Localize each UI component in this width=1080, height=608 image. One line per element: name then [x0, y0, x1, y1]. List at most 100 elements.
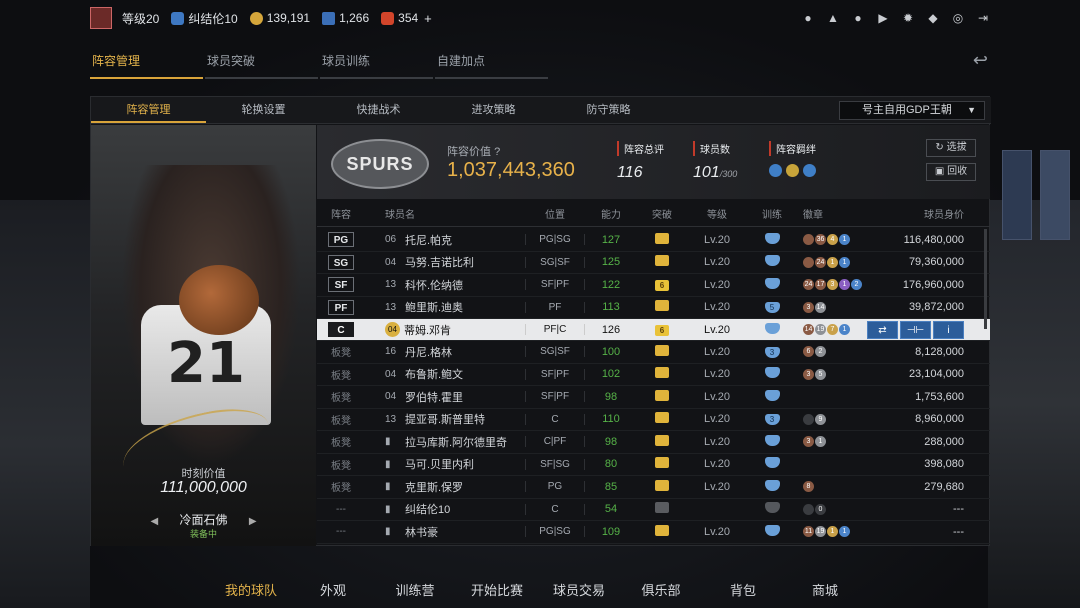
badge-icon: 3 [803, 436, 814, 448]
price-cell: 1,753,600 [877, 391, 982, 403]
col-slot[interactable]: 阵容 [317, 206, 365, 221]
table-row[interactable]: C 04 蒂姆.邓肯 PF|C 126 6 Lv.20 14 19 7 1 ⇄ ⊣⊢ i [317, 319, 990, 341]
col-price[interactable]: 球员身价 [877, 206, 982, 221]
shield-icon[interactable]: ◆ [926, 11, 940, 25]
team-value: 1,037,443,360 [447, 159, 575, 181]
swap-button[interactable]: ⇄ [867, 320, 898, 339]
col-level[interactable]: 等级 [687, 206, 747, 221]
username-group[interactable]: 纠结伦10 [171, 10, 238, 27]
col-position[interactable]: 位置 [525, 206, 585, 221]
player-ability: 127 [601, 233, 621, 246]
jersey-num: 13 [385, 279, 397, 291]
team-overall: 阵容总评 116 [617, 141, 664, 182]
back-arrow-icon[interactable]: ↩ [973, 50, 988, 71]
table-row[interactable]: 板凳 04 罗伯特.霍里 SF|PF 98 Lv.20 1,753,600 [317, 386, 990, 409]
team-overall-value: 116 [617, 164, 643, 181]
breakthrough-icon [655, 344, 669, 356]
nav-training-camp[interactable]: 训练营 [374, 580, 456, 599]
nav-club[interactable]: 俱乐部 [620, 580, 702, 599]
name-cell: 13 科怀.伦纳德 [365, 277, 525, 293]
exit-icon[interactable]: ⇥ [976, 11, 990, 25]
price-cell: 8,960,000 [877, 413, 982, 425]
bell-icon[interactable]: ▲ [826, 11, 840, 25]
recycle-button[interactable]: ▣ 回收 [926, 163, 976, 181]
slot-label: 板凳 [331, 415, 351, 427]
subtab-rotation[interactable]: 轮换设置 [206, 97, 321, 123]
table-row[interactable]: PF 13 鲍里斯.迪奥 PF 113 Lv.20 5 3 14 39,872,00… [317, 297, 990, 319]
slot-label: 板凳 [331, 483, 351, 495]
breakthrough-cell [637, 412, 687, 426]
avatar[interactable] [90, 7, 112, 29]
breakthrough-cell [637, 524, 687, 539]
select-button[interactable]: ↻ 选拔 [926, 139, 976, 157]
col-ability[interactable]: 能力 [585, 206, 637, 221]
col-badges[interactable]: 徽章 [797, 206, 877, 221]
info-button[interactable]: i [933, 320, 964, 339]
table-row[interactable]: PG 06 托尼.帕克 PG|SG 127 Lv.20 36 4 1 116,480,… [317, 229, 990, 252]
table-row[interactable]: --- ▮ 纠结伦10 C 54 0 --- [317, 499, 990, 521]
training-cell: 3 [747, 413, 797, 426]
main-tabs: 阵容管理 球员突破 球员训练 自建加点 [90, 46, 550, 79]
training-icon: 5 [764, 302, 780, 314]
player-ability: 113 [602, 301, 620, 314]
bond-icons[interactable] [769, 164, 816, 177]
table-row[interactable]: 板凳 04 布鲁斯.鲍文 SF|PF 102 Lv.20 35 23,104,00… [317, 364, 990, 386]
subtab-lineup[interactable]: 阵容管理 [91, 97, 206, 123]
tab-custom-points[interactable]: 自建加点 [435, 46, 548, 79]
table-row[interactable]: SF 13 科怀.伦纳德 SF|PF 122 6 Lv.20 24 17 3 1 2 17… [317, 274, 990, 297]
col-name[interactable]: 球员名 [365, 206, 525, 221]
subtab-quick-tactics[interactable]: 快捷战术 [321, 97, 436, 123]
player-price: 288,000 [924, 435, 964, 448]
profile-icon[interactable]: ● [801, 11, 815, 25]
player-name: 拉马库斯.阿尔德里奇 [405, 436, 508, 449]
video-icon[interactable]: ▶ [876, 11, 890, 25]
team-dropdown[interactable]: 号主自用GDP王朝 ▼ [839, 101, 985, 120]
table-row[interactable]: 板凳 13 提亚哥.斯普里特 C 110 Lv.20 3 9 8,960,000 [317, 409, 990, 431]
name-cell: 13 鲍里斯.迪奥 [365, 299, 525, 315]
training-icon [764, 479, 780, 491]
nav-shop[interactable]: 商城 [784, 580, 866, 599]
scrollbar[interactable] [984, 229, 987, 329]
table-row[interactable]: 板凳 ▮ 克里斯.保罗 PG 85 Lv.20 8 279,680 [317, 476, 990, 499]
table-row[interactable]: SG 04 马努.吉诺比利 SG|SF 125 Lv.20 24 1 1 79,360… [317, 252, 990, 274]
help-icon[interactable]: ? [494, 146, 500, 158]
nav-appearance[interactable]: 外观 [292, 580, 374, 599]
next-card-arrow-icon[interactable]: ▶ [249, 516, 257, 527]
slot-cell: 板凳 [317, 367, 365, 382]
table-row[interactable]: 板凳 16 丹尼.格林 SG|SF 100 Lv.20 3 62 8,128,00… [317, 341, 990, 364]
table-row[interactable]: --- ▮ 林书豪 PG|SG 109 Lv.20 11 19 1 1 --- [317, 521, 990, 544]
nav-start-game[interactable]: 开始比赛 [456, 580, 538, 599]
subtab-offense[interactable]: 进攻策略 [436, 97, 551, 123]
nav-backpack[interactable]: 背包 [702, 580, 784, 599]
player-price: 79,360,000 [908, 256, 964, 269]
prev-card-arrow-icon[interactable]: ◀ [150, 516, 158, 527]
points-group: 1,266 [322, 11, 369, 25]
gear-icon[interactable]: ✹ [901, 11, 915, 25]
player-level: Lv.20 [703, 301, 731, 314]
nav-my-team[interactable]: 我的球队 [210, 580, 292, 599]
train-button[interactable]: ⊣⊢ [900, 320, 931, 339]
slot-label: PF [328, 299, 354, 315]
training-icon [764, 277, 780, 289]
tab-breakthrough[interactable]: 球员突破 [205, 46, 318, 79]
headset-icon[interactable]: ◎ [951, 11, 965, 25]
nav-player-trade[interactable]: 球员交易 [538, 580, 620, 599]
breakthrough-icon [655, 412, 669, 424]
col-training[interactable]: 训练 [747, 206, 797, 221]
training-cell [747, 434, 797, 449]
table-row[interactable]: 板凳 ▮ 马可.贝里内利 SF|SG 80 Lv.20 398,080 [317, 454, 990, 476]
tab-lineup[interactable]: 阵容管理 [90, 46, 203, 79]
breakthrough-cell [637, 344, 687, 359]
add-currency-button[interactable]: + [424, 11, 432, 26]
col-breakthrough[interactable]: 突破 [637, 206, 687, 221]
subtab-defense[interactable]: 防守策略 [551, 97, 666, 123]
player-name: 蒂姆.邓肯 [404, 324, 452, 337]
tab-training[interactable]: 球员训练 [320, 46, 433, 79]
badge-icon: 4 [827, 234, 838, 246]
player-price: 1,753,600 [915, 390, 964, 403]
friends-icon[interactable]: ● [851, 11, 865, 25]
player-position: SF|PF [525, 391, 585, 403]
table-row[interactable]: 板凳 ▮ 拉马库斯.阿尔德里奇 C|PF 98 Lv.20 31 288,000 [317, 431, 990, 454]
player-card[interactable]: 21 时刻价值 111,000,000 ◀ 冷面石佛 ▶ 装备中 [91, 125, 316, 546]
team-bonds-label: 阵容羁绊 [769, 141, 816, 156]
